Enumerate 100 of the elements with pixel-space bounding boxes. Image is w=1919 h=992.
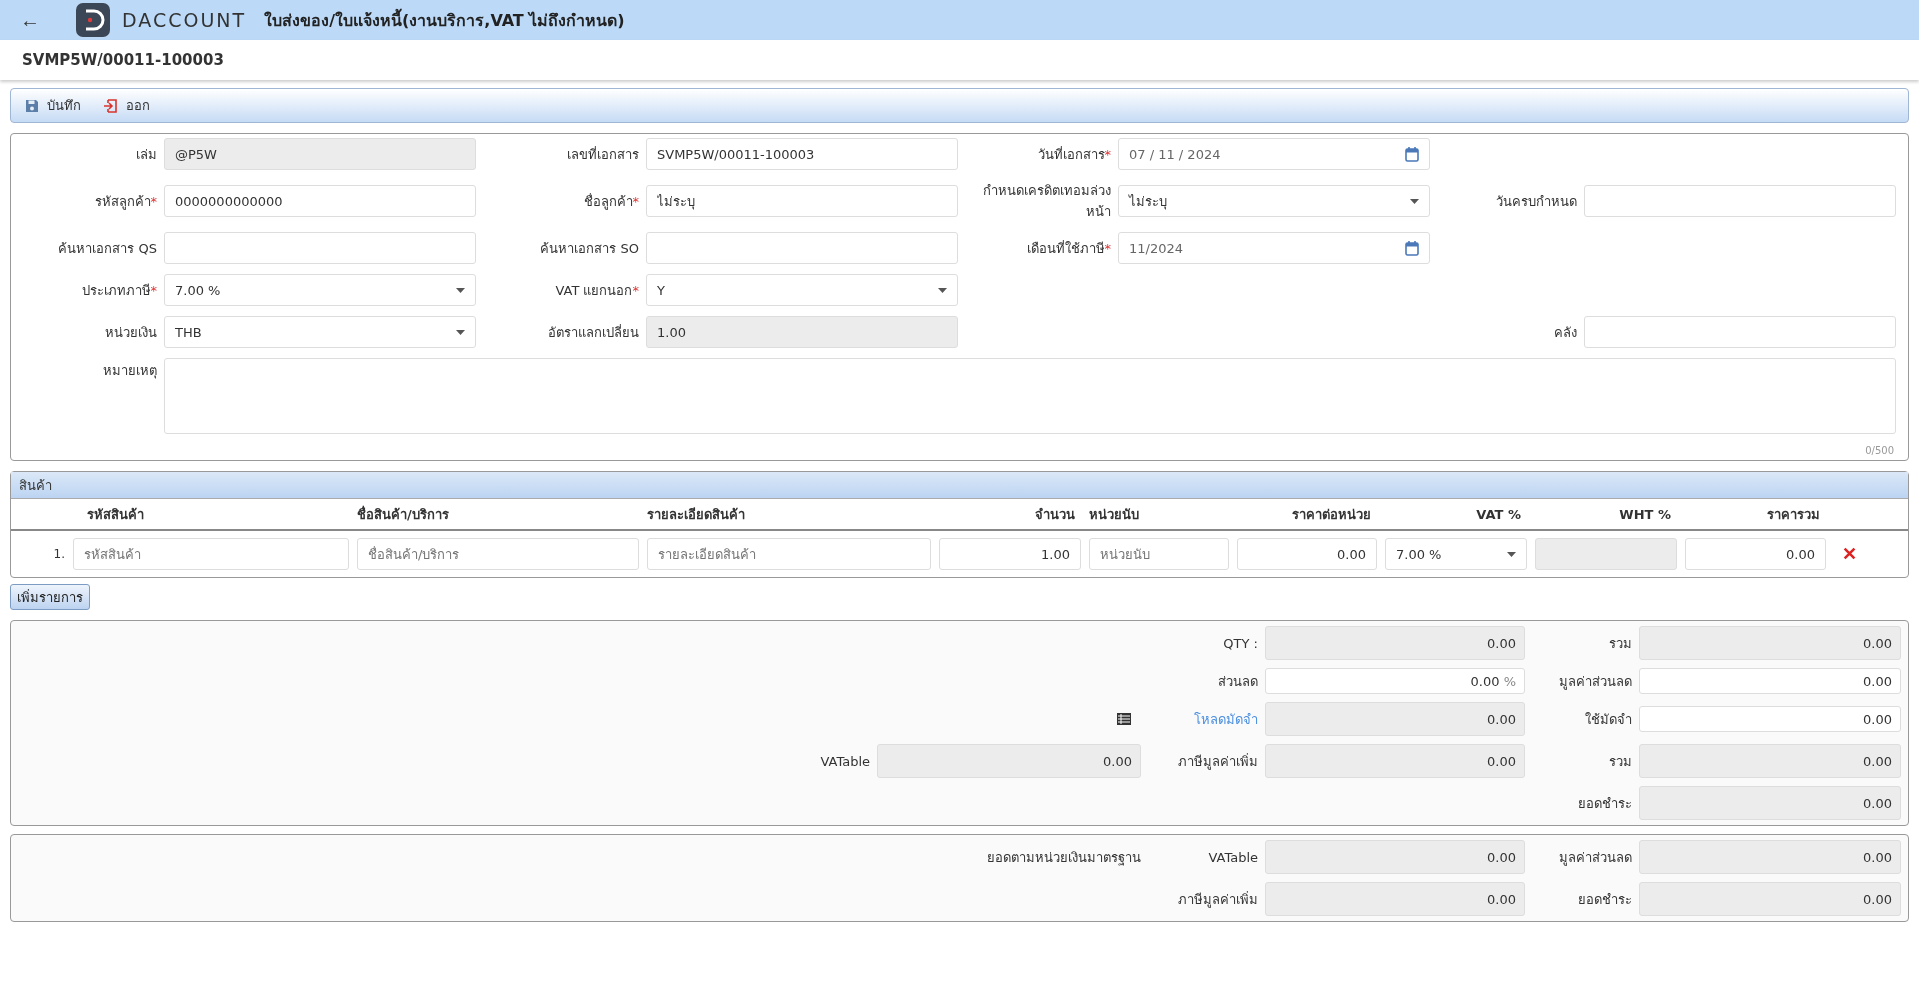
exit-icon xyxy=(103,98,118,113)
amount-field[interactable]: 0.00 xyxy=(1265,702,1525,736)
field-label: วันครบกำหนด xyxy=(1495,192,1577,211)
column-header: ราคารวม xyxy=(1766,505,1821,524)
column-header: จำนวน xyxy=(1034,505,1076,524)
field-label: QTY : xyxy=(1222,635,1258,651)
date-field[interactable]: 11/2024 xyxy=(1118,232,1430,264)
input-field[interactable]: หน่วยนับ xyxy=(1089,538,1229,570)
column-header: หน่วยนับ xyxy=(1089,505,1140,524)
field-label: หน่วยเงิน xyxy=(104,323,157,342)
input-field[interactable] xyxy=(646,232,958,264)
amount-field[interactable]: 0.00 xyxy=(877,744,1141,778)
field-label: เลขที่เอกสาร xyxy=(566,145,639,164)
input-field[interactable]: SVMP5W/00011-100003 xyxy=(646,138,958,170)
dropdown[interactable]: 7.00 % xyxy=(1385,538,1527,570)
field-label: มูลค่าส่วนลด xyxy=(1558,672,1632,692)
row-number: 1. xyxy=(52,547,65,561)
column-header: ชื่อสินค้า/บริการ xyxy=(357,504,450,524)
dropdown[interactable]: THB xyxy=(164,316,476,348)
section-title: สินค้า xyxy=(19,476,52,495)
amount-field[interactable]: 0.00 xyxy=(1265,882,1525,916)
add-item-button[interactable]: เพิ่มรายการ xyxy=(10,584,90,610)
field-label: VAT แยกนอก* xyxy=(554,281,639,300)
amount-field[interactable]: 0.00 xyxy=(1639,744,1901,778)
field-label: มูลค่าส่วนลด xyxy=(1558,848,1632,868)
amount-field[interactable]: 0.00 xyxy=(1639,706,1901,732)
field-label: ใช้มัดจำ xyxy=(1584,710,1632,729)
input-field[interactable]: 1.00 xyxy=(646,316,958,348)
field-label: VATable xyxy=(819,753,870,769)
amount-field[interactable]: 0.00 xyxy=(1639,786,1901,820)
input-field[interactable]: 1.00 xyxy=(939,538,1081,570)
character-counter: 0/500 xyxy=(1865,445,1894,456)
field-label: รวม xyxy=(1608,634,1632,653)
field-label: คลัง xyxy=(1553,323,1577,342)
input-field[interactable]: 0.00 xyxy=(1685,538,1826,570)
amount-field[interactable]: 0.00 xyxy=(1639,882,1901,916)
column-header: รายละเอียดสินค้า xyxy=(647,505,746,524)
amount-field[interactable]: 0.00 xyxy=(1639,840,1901,874)
amount-field[interactable]: 0.00 % xyxy=(1265,668,1525,694)
input-field[interactable]: 0000000000000 xyxy=(164,185,476,217)
field-label: ภาษีมูลค่าเพิ่ม xyxy=(1177,890,1258,910)
caret-icon xyxy=(456,329,465,335)
amount-field[interactable]: 0.00 xyxy=(1639,668,1901,694)
date-field[interactable]: 07 / 11 / 2024 xyxy=(1118,138,1430,170)
page-title: ใบส่งของ/ใบแจ้งหนี้(งานบริการ,VAT ไม่ถึงกำหนด) xyxy=(264,7,625,32)
input-field[interactable] xyxy=(1584,316,1896,348)
amount-field[interactable]: 0.00 xyxy=(1265,626,1525,660)
caret-icon xyxy=(1507,551,1516,557)
field-label: กำหนดเครดิตเทอมล่วงหน้า xyxy=(982,182,1111,221)
caret-icon xyxy=(1410,198,1419,204)
amount-field[interactable]: 0.00 xyxy=(1265,744,1525,778)
save-button[interactable]: บันทึก xyxy=(19,91,87,120)
remark-field[interactable] xyxy=(164,358,1896,434)
input-field[interactable]: รหัสสินค้า xyxy=(73,538,349,570)
dropdown[interactable]: Y xyxy=(646,274,958,306)
delete-button[interactable]: ✕ xyxy=(1834,543,1864,565)
exit-button[interactable]: ออก xyxy=(97,91,156,120)
section-label: ยอดตามหน่วยเงินมาตรฐาน xyxy=(986,848,1141,868)
field-label: ยอดชำระ xyxy=(1577,890,1632,909)
amount-field[interactable]: 0.00 xyxy=(1639,626,1901,660)
list-icon[interactable] xyxy=(1117,713,1131,725)
caret-icon xyxy=(938,287,947,293)
field-label: อัตราแลกเปลี่ยน xyxy=(547,323,639,342)
input-field[interactable]: ไม่ระบุ xyxy=(646,185,958,217)
column-header: รหัสสินค้า xyxy=(86,505,145,524)
column-header: ราคาต่อหน่วย xyxy=(1291,505,1372,524)
input-field[interactable]: 0.00 xyxy=(1237,538,1377,570)
column-header: WHT % xyxy=(1618,506,1672,522)
calendar-icon xyxy=(1405,146,1419,162)
calendar-icon xyxy=(1405,240,1419,256)
field-label: เดือนที่ใช้ภาษี* xyxy=(1025,239,1111,258)
field-label: VATable xyxy=(1207,849,1258,865)
column-header: VAT % xyxy=(1475,506,1522,522)
document-number: SVMP5W/00011-100003 xyxy=(22,51,224,69)
dropdown[interactable]: 7.00 % xyxy=(164,274,476,306)
field-label: ภาษีมูลค่าเพิ่ม xyxy=(1177,752,1258,772)
field-label: ชื่อลูกค้า* xyxy=(582,192,639,212)
field-label: รวม xyxy=(1608,752,1632,771)
field-label: ประเภทภาษี* xyxy=(80,281,157,300)
dropdown[interactable]: ไม่ระบุ xyxy=(1118,185,1430,217)
field-label: เล่ม xyxy=(135,145,157,164)
input-field[interactable] xyxy=(1535,538,1677,570)
save-icon xyxy=(25,98,39,113)
logo-icon xyxy=(76,3,110,37)
caret-icon xyxy=(456,287,465,293)
field-label: รหัสลูกค้า* xyxy=(93,192,157,212)
logo-text: DACCOUNT xyxy=(122,9,247,31)
field-label: ค้นหาเอกสาร QS xyxy=(57,239,157,258)
field-label: ส่วนลด xyxy=(1217,672,1258,691)
input-field[interactable]: @P5W xyxy=(164,138,476,170)
input-field[interactable]: รายละเอียดสินค้า xyxy=(647,538,931,570)
field-label: หมายเหตุ xyxy=(102,362,157,381)
back-button[interactable]: ← xyxy=(14,8,46,32)
field-label: ค้นหาเอกสาร SO xyxy=(539,239,639,258)
input-field[interactable] xyxy=(164,232,476,264)
amount-field[interactable]: 0.00 xyxy=(1265,840,1525,874)
input-field[interactable]: ชื่อสินค้า/บริการ xyxy=(357,538,639,570)
field-label: ยอดชำระ xyxy=(1577,794,1632,813)
input-field[interactable] xyxy=(1584,185,1896,217)
field-label: วันที่เอกสาร* xyxy=(1036,145,1111,164)
